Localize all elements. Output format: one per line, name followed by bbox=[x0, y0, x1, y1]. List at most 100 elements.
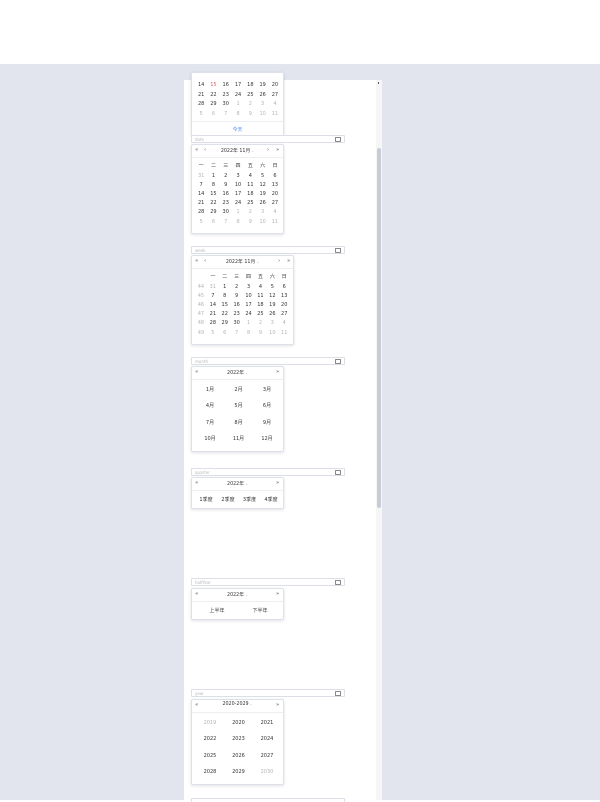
calendar-icon[interactable] bbox=[335, 248, 341, 253]
date-cell[interactable]: 3 bbox=[243, 283, 255, 292]
date-cell[interactable]: 27 bbox=[278, 310, 290, 319]
month-year-title[interactable]: 2022年 11月 bbox=[221, 149, 250, 154]
date-cell[interactable]: 24 bbox=[243, 310, 255, 319]
date-cell[interactable]: 10 bbox=[257, 218, 269, 227]
date-cell[interactable]: 7 bbox=[207, 292, 219, 301]
date-cell[interactable]: 23 bbox=[220, 199, 232, 208]
date-cell[interactable]: 5 bbox=[195, 218, 207, 227]
next-year-icon[interactable]: » bbox=[276, 480, 279, 486]
date-cell-today[interactable]: 15 bbox=[207, 81, 219, 90]
date-cell[interactable]: 24 bbox=[232, 91, 244, 100]
month-cell[interactable]: 9月 bbox=[255, 419, 279, 426]
date-cell[interactable]: 2 bbox=[220, 172, 232, 181]
next-year-icon[interactable]: » bbox=[287, 258, 290, 264]
date-cell[interactable]: 8 bbox=[232, 218, 244, 227]
date-cell[interactable]: 3 bbox=[232, 172, 244, 181]
date-cell[interactable]: 24 bbox=[232, 199, 244, 208]
date-cell[interactable]: 29 bbox=[207, 100, 219, 109]
date-cell[interactable]: 12 bbox=[266, 292, 278, 301]
quarter-cell[interactable]: 3季度 bbox=[238, 496, 262, 503]
date-cell[interactable]: 26 bbox=[266, 310, 278, 319]
date-cell[interactable]: 9 bbox=[255, 329, 267, 338]
date-cell[interactable]: 11 bbox=[244, 181, 256, 190]
date-cell[interactable]: 20 bbox=[269, 190, 281, 199]
date-cell[interactable]: 19 bbox=[266, 301, 278, 310]
next-month-icon[interactable]: › bbox=[278, 258, 280, 264]
date-cell[interactable]: 22 bbox=[207, 199, 219, 208]
date-cell[interactable]: 4 bbox=[269, 208, 281, 217]
year-cell[interactable]: 2022 bbox=[198, 736, 222, 742]
chevron-down-icon[interactable]: ⌄ bbox=[256, 260, 259, 264]
date-cell[interactable]: 6 bbox=[269, 172, 281, 181]
today-button[interactable]: 今天 bbox=[192, 126, 283, 133]
quarter-input[interactable]: quarter bbox=[191, 468, 345, 476]
chevron-down-icon[interactable]: ⌄ bbox=[245, 593, 248, 597]
year-cell[interactable]: 2020 bbox=[227, 720, 251, 726]
year-cell[interactable]: 2027 bbox=[255, 753, 279, 759]
date-cell[interactable]: 25 bbox=[255, 310, 267, 319]
date-cell[interactable]: 7 bbox=[231, 329, 243, 338]
month-cell[interactable]: 10月 bbox=[198, 435, 222, 442]
date-cell[interactable]: 28 bbox=[195, 100, 207, 109]
date-cell[interactable]: 25 bbox=[244, 91, 256, 100]
date-cell[interactable]: 8 bbox=[207, 181, 219, 190]
date-cell[interactable]: 5 bbox=[195, 110, 207, 119]
month-cell[interactable]: 7月 bbox=[198, 419, 222, 426]
calendar-icon[interactable] bbox=[335, 691, 341, 696]
chevron-down-icon[interactable]: ⌄ bbox=[251, 149, 254, 153]
year-cell[interactable]: 2026 bbox=[227, 753, 251, 759]
year-cell[interactable]: 2021 bbox=[255, 720, 279, 726]
year-cell[interactable]: 2023 bbox=[227, 736, 251, 742]
date-cell[interactable]: 21 bbox=[195, 199, 207, 208]
date-cell[interactable]: 18 bbox=[244, 81, 256, 90]
year-cell[interactable]: 2025 bbox=[198, 753, 222, 759]
date-cell[interactable]: 23 bbox=[231, 310, 243, 319]
date-cell[interactable]: 2 bbox=[255, 319, 267, 328]
date-input[interactable]: date bbox=[191, 135, 345, 143]
date-cell[interactable]: 13 bbox=[278, 292, 290, 301]
date-cell[interactable]: 27 bbox=[269, 199, 281, 208]
year-cell[interactable]: 2029 bbox=[227, 769, 251, 775]
date-cell[interactable]: 19 bbox=[257, 190, 269, 199]
date-cell[interactable]: 26 bbox=[257, 199, 269, 208]
year-cell[interactable]: 2030 bbox=[255, 769, 279, 775]
date-cell[interactable]: 3 bbox=[257, 100, 269, 109]
date-cell[interactable]: 10 bbox=[243, 292, 255, 301]
next-decade-icon[interactable]: » bbox=[276, 702, 279, 708]
date-cell[interactable]: 31 bbox=[195, 172, 207, 181]
date-cell[interactable]: 27 bbox=[269, 91, 281, 100]
month-cell[interactable]: 11月 bbox=[227, 435, 251, 442]
next-year-icon[interactable]: » bbox=[276, 147, 279, 153]
year-cell[interactable]: 2019 bbox=[198, 720, 222, 726]
chevron-down-icon[interactable]: ⌄ bbox=[245, 482, 248, 486]
date-cell[interactable]: 21 bbox=[207, 310, 219, 319]
date-cell[interactable]: 15 bbox=[207, 190, 219, 199]
month-cell[interactable]: 4月 bbox=[198, 402, 222, 409]
date-cell[interactable]: 11 bbox=[269, 218, 281, 227]
date-cell[interactable]: 18 bbox=[244, 190, 256, 199]
month-cell[interactable]: 1月 bbox=[198, 386, 222, 393]
halfyear-input[interactable]: halfYear bbox=[191, 578, 345, 586]
decade-title[interactable]: 2020-2029 bbox=[222, 702, 248, 707]
date-cell[interactable]: 28 bbox=[207, 319, 219, 328]
date-cell[interactable]: 6 bbox=[207, 218, 219, 227]
date-cell[interactable]: 30 bbox=[220, 100, 232, 109]
date-cell[interactable]: 22 bbox=[207, 91, 219, 100]
date-cell[interactable]: 7 bbox=[195, 181, 207, 190]
date-cell[interactable]: 16 bbox=[220, 190, 232, 199]
month-year-title[interactable]: 2022年 11月 bbox=[226, 260, 255, 265]
date-cell[interactable]: 1 bbox=[232, 208, 244, 217]
calendar-icon[interactable] bbox=[335, 470, 341, 475]
date-cell[interactable]: 23 bbox=[220, 91, 232, 100]
date-cell[interactable]: 26 bbox=[257, 91, 269, 100]
calendar-icon[interactable] bbox=[335, 359, 341, 364]
date-cell[interactable]: 28 bbox=[195, 208, 207, 217]
month-cell[interactable]: 5月 bbox=[227, 402, 251, 409]
date-cell[interactable]: 21 bbox=[195, 91, 207, 100]
month-input[interactable]: month bbox=[191, 357, 345, 365]
date-cell[interactable]: 16 bbox=[231, 301, 243, 310]
date-cell[interactable]: 4 bbox=[278, 319, 290, 328]
date-cell[interactable]: 9 bbox=[220, 181, 232, 190]
calendar-icon[interactable] bbox=[335, 137, 341, 142]
chevron-down-icon[interactable]: ⌄ bbox=[250, 702, 253, 706]
